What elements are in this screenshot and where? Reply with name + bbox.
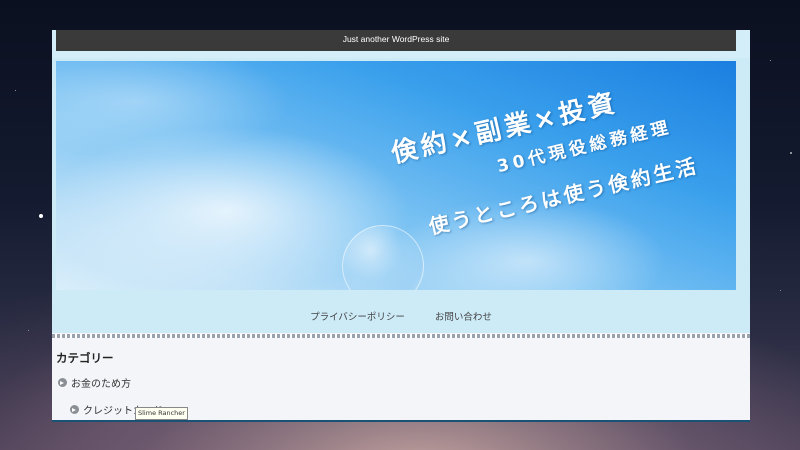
category-label: お金のため方 [71, 379, 131, 390]
category-item[interactable]: お金のため方 [58, 375, 131, 390]
category-heading: カテゴリー [56, 351, 114, 365]
nav-privacy-policy[interactable]: プライバシーポリシー [310, 302, 405, 334]
star [790, 152, 792, 154]
browser-window: Just another WordPress site 倹約×副業×投資 30代… [52, 30, 750, 422]
site-topbar: Just another WordPress site [52, 30, 750, 58]
site-tagline: Just another WordPress site [56, 30, 736, 51]
banner-slogan: 使うところは使う倹約生活 [426, 153, 701, 239]
banner-text: 倹約×副業×投資 30代現役総務経理 使うところは使う倹約生活 [381, 61, 736, 263]
star [39, 214, 43, 218]
nav-contact[interactable]: お問い合わせ [435, 302, 492, 334]
chevron-right-icon [58, 378, 67, 387]
global-nav: プライバシーポリシー お問い合わせ [52, 302, 750, 334]
star [15, 90, 16, 91]
star [28, 330, 29, 331]
header-banner[interactable]: 倹約×副業×投資 30代現役総務経理 使うところは使う倹約生活 [56, 61, 736, 290]
chevron-right-icon [70, 405, 79, 414]
star [780, 290, 781, 291]
taskbar-tooltip: Slime Rancher [135, 407, 188, 420]
star [770, 60, 771, 61]
